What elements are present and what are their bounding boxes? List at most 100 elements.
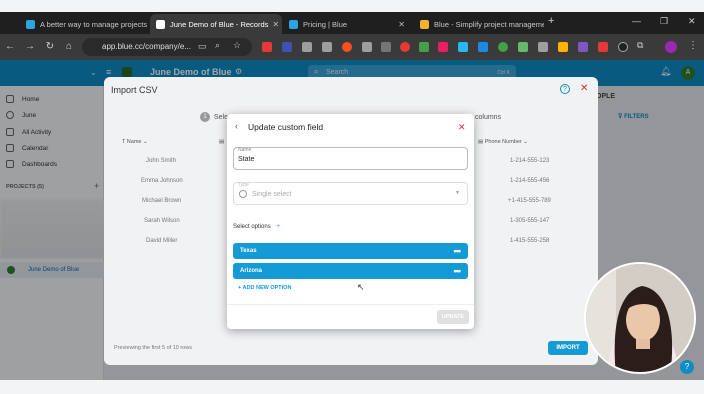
extension-icon[interactable] bbox=[438, 42, 448, 52]
preview-footer: Previewing the first 5 of 10 rows bbox=[114, 345, 192, 351]
close-import-icon[interactable]: ✕ bbox=[580, 83, 588, 94]
forward-icon[interactable]: → bbox=[24, 40, 36, 54]
extension-icon[interactable] bbox=[400, 42, 410, 52]
browser-toolbar: ← → ↻ ⌂ app.blue.cc/company/e... ▭ ⌕ ☆ ⧉… bbox=[0, 34, 704, 60]
option-item[interactable]: Texas ••• bbox=[233, 243, 468, 259]
browser-tab-active[interactable]: June Demo of Blue - Records ✕ bbox=[150, 14, 282, 34]
table-icon: ▤ bbox=[478, 139, 485, 145]
profile-avatar[interactable] bbox=[665, 41, 677, 53]
table-cell-name: John Smith bbox=[146, 158, 177, 164]
browser-tab[interactable]: Blue - Simplify project management ✕ bbox=[414, 14, 544, 34]
tab-close-icon[interactable]: ✕ bbox=[147, 20, 148, 29]
name-field-label: Name bbox=[238, 147, 252, 153]
select-options-label: Select options bbox=[233, 224, 271, 230]
extension-icon[interactable] bbox=[558, 42, 568, 52]
select-options-header: Select options + bbox=[233, 224, 280, 230]
option-label: Texas bbox=[240, 248, 257, 254]
help-icon[interactable]: ? bbox=[560, 84, 570, 94]
type-select[interactable]: Type Single select ▼ bbox=[233, 182, 468, 205]
update-button[interactable]: UPDATE bbox=[437, 310, 469, 324]
table-cell-phone: 1-214-555-123 bbox=[510, 158, 550, 164]
chevron-down-icon: ⌄ bbox=[521, 139, 528, 145]
name-field-value: State bbox=[238, 156, 255, 163]
column-type-icon: ▤ bbox=[219, 139, 225, 145]
update-custom-field-dialog: ‹ Update custom field ✕ Name State Type … bbox=[227, 114, 474, 329]
dialog-title: Update custom field bbox=[248, 122, 324, 132]
extension-icon[interactable] bbox=[598, 42, 608, 52]
import-csv-title: Import CSV bbox=[111, 85, 158, 95]
table-cell-name: Sarah Wilson bbox=[144, 218, 180, 224]
extension-icon[interactable] bbox=[458, 42, 468, 52]
close-icon[interactable]: ✕ bbox=[458, 122, 466, 133]
extension-icon[interactable] bbox=[419, 42, 429, 52]
extension-icon[interactable] bbox=[578, 42, 588, 52]
extension-icon[interactable] bbox=[381, 42, 391, 52]
more-options-icon[interactable]: ••• bbox=[454, 243, 462, 259]
minimize-icon[interactable]: — bbox=[632, 16, 641, 26]
extension-icon[interactable] bbox=[538, 42, 548, 52]
url-text: app.blue.cc/company/e... bbox=[102, 42, 191, 51]
phone-column-label: Phone Number bbox=[484, 139, 522, 145]
extension-icon[interactable] bbox=[302, 42, 312, 52]
back-arrow-icon[interactable]: ‹ bbox=[235, 121, 238, 131]
extension-icon[interactable] bbox=[362, 42, 372, 52]
reload-icon[interactable]: ↻ bbox=[44, 40, 56, 54]
address-bar[interactable]: app.blue.cc/company/e... bbox=[82, 38, 252, 56]
extension-icon[interactable] bbox=[618, 42, 628, 52]
table-cell-phone: 1-214-555-456 bbox=[510, 178, 550, 184]
step-label: Sele bbox=[214, 114, 229, 121]
back-icon[interactable]: ← bbox=[4, 40, 16, 54]
presenter-video bbox=[586, 264, 694, 372]
install-app-icon[interactable]: ▭ bbox=[198, 41, 207, 52]
tab-title: June Demo of Blue - Records bbox=[170, 19, 269, 29]
mouse-cursor-icon: ↖ bbox=[357, 282, 365, 292]
bookmark-star-icon[interactable]: ☆ bbox=[233, 40, 241, 51]
tab-title: Pricing | Blue bbox=[303, 19, 348, 29]
extension-icon[interactable] bbox=[518, 42, 528, 52]
table-cell-name: Emma Johnson bbox=[141, 178, 183, 184]
extension-icon[interactable] bbox=[498, 42, 508, 52]
tab-title: Blue - Simplify project management bbox=[434, 19, 544, 29]
name-field[interactable]: Name State bbox=[233, 147, 468, 170]
type-select-value: Single select bbox=[252, 191, 292, 198]
dropdown-arrow-icon: ▼ bbox=[455, 190, 460, 196]
extension-icon[interactable] bbox=[322, 42, 332, 52]
help-chat-icon[interactable]: ? bbox=[680, 360, 694, 374]
step-badge: 1 bbox=[200, 112, 210, 122]
screen: A better way to manage projects ✕ June D… bbox=[0, 0, 704, 394]
tab-close-icon[interactable]: ✕ bbox=[268, 20, 279, 29]
table-cell-name: Michael Brown bbox=[142, 198, 182, 204]
table-cell-phone: +1-415-555-789 bbox=[508, 198, 551, 204]
extension-icon[interactable] bbox=[478, 42, 488, 52]
add-option-plus-icon[interactable]: + bbox=[276, 224, 280, 230]
maximize-icon[interactable]: ❐ bbox=[660, 16, 668, 27]
import-button[interactable]: IMPORT bbox=[548, 341, 588, 355]
browser-tab-bar: A better way to manage projects ✕ June D… bbox=[0, 12, 704, 34]
browser-menu-icon[interactable]: ⋮ bbox=[688, 40, 698, 51]
window-close-icon[interactable]: ✕ bbox=[688, 16, 696, 27]
webcam-overlay bbox=[584, 262, 696, 374]
tab-favicon bbox=[289, 19, 298, 29]
browser-tab[interactable]: A better way to manage projects ✕ bbox=[20, 14, 148, 34]
divider bbox=[227, 304, 474, 305]
option-item[interactable]: Arizona ••• bbox=[233, 263, 468, 279]
extension-icon[interactable] bbox=[342, 42, 352, 52]
browser-tab[interactable]: Pricing | Blue ✕ bbox=[283, 14, 411, 34]
tab-close-icon[interactable]: ✕ bbox=[394, 20, 405, 29]
new-tab-button[interactable]: + bbox=[548, 15, 554, 27]
more-options-icon[interactable]: ••• bbox=[454, 263, 462, 279]
extensions-puzzle-icon[interactable]: ⧉ bbox=[637, 40, 643, 51]
chevron-down-icon: ⌄ bbox=[141, 139, 148, 145]
phone-column-header[interactable]: ▤ Phone Number ⌄ bbox=[478, 139, 528, 145]
add-new-option-button[interactable]: + ADD NEW OPTION bbox=[238, 285, 291, 291]
zoom-icon[interactable]: ⌕ bbox=[215, 40, 220, 51]
tab-favicon bbox=[26, 19, 35, 29]
extension-icon[interactable] bbox=[262, 42, 272, 52]
columns-label: columns bbox=[475, 114, 502, 121]
name-column-header[interactable]: T Name ⌄ bbox=[122, 139, 148, 145]
extension-icon[interactable] bbox=[282, 42, 292, 52]
table-cell-phone: 1-415-555-258 bbox=[510, 238, 550, 244]
home-icon[interactable]: ⌂ bbox=[63, 40, 75, 54]
single-select-icon bbox=[239, 190, 247, 198]
add-new-option-label: ADD NEW OPTION bbox=[242, 285, 292, 291]
